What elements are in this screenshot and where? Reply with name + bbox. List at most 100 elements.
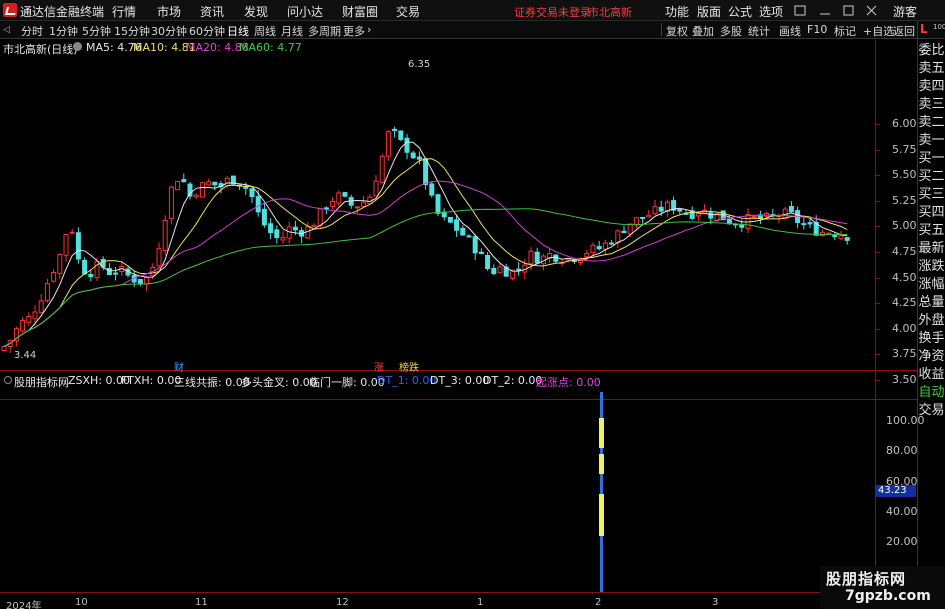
menu-caifuquan[interactable]: 财富圈 <box>342 3 378 20</box>
quote-item[interactable]: 买一 <box>918 150 945 168</box>
panel-level-label[interactable]: L <box>920 22 928 36</box>
candle-body <box>708 212 714 219</box>
quote-item[interactable]: 买三 <box>918 186 945 204</box>
period-60min[interactable]: 60分钟 <box>189 23 225 39</box>
low-price-label: 3.44 <box>14 350 37 361</box>
candle-body <box>652 206 658 215</box>
more-chevron-icon[interactable]: › <box>367 23 371 36</box>
price-tick-mark <box>875 226 880 228</box>
candle-body <box>57 253 63 274</box>
period-15min[interactable]: 15分钟 <box>114 23 150 39</box>
qizhangdian-value: 起涨点: 0.00 <box>536 376 601 389</box>
btn-f10[interactable]: F10 <box>807 23 827 36</box>
btn-tongji[interactable]: 统计 <box>748 23 770 39</box>
quote-item[interactable]: 卖四 <box>918 78 945 96</box>
indicator-toggle-icon[interactable] <box>73 42 82 51</box>
skin-icon[interactable] <box>794 5 806 16</box>
quote-item[interactable]: 最新 <box>918 240 945 258</box>
btn-fuquan[interactable]: 复权 <box>666 23 688 39</box>
quote-item[interactable]: 总量 <box>918 294 945 312</box>
candle-body <box>311 224 317 228</box>
watermark-line1: 股朋指标网 <box>826 570 907 588</box>
price-tick: 5.25 <box>892 193 917 207</box>
menu-hangqing[interactable]: 行情 <box>112 3 136 20</box>
menu-shichang[interactable]: 市场 <box>157 3 181 20</box>
app-name: 通达信金融终端 <box>20 5 105 19</box>
candle-body <box>1 346 7 351</box>
period-multi[interactable]: 多周期 <box>308 23 341 39</box>
candle-body <box>602 242 608 250</box>
quote-item[interactable]: 涨幅 <box>918 276 945 294</box>
btn-fanhui[interactable]: 返回 <box>893 23 915 39</box>
sub-indicator-chart[interactable] <box>0 390 875 592</box>
candle-body <box>69 231 75 234</box>
login-warning[interactable]: 证券交易未登录 <box>514 4 591 20</box>
candle-body <box>646 214 652 218</box>
trade-button[interactable]: 交易 <box>918 402 945 420</box>
period-more[interactable]: 更多 <box>343 23 365 39</box>
btn-duogu[interactable]: 多股 <box>720 23 742 39</box>
price-tick: 3.50 <box>892 373 917 386</box>
menu-wenxiaoda[interactable]: 问小达 <box>287 3 323 20</box>
btn-huaxian[interactable]: 画线 <box>779 23 801 39</box>
candle-body <box>354 206 360 209</box>
period-5min[interactable]: 5分钟 <box>82 23 111 39</box>
period-1min[interactable]: 1分钟 <box>49 23 78 39</box>
marker-bangdie[interactable]: 榜跌 <box>399 359 419 374</box>
marker-zhang[interactable]: 涨 <box>374 359 384 374</box>
quote-item[interactable]: 外盘 <box>918 312 945 330</box>
btn-biaoji[interactable]: 标记 <box>834 23 856 39</box>
menu-banmian[interactable]: 版面 <box>697 3 721 20</box>
candle-body <box>224 177 230 187</box>
quote-item[interactable]: 收益 <box>918 366 945 384</box>
period-monthly[interactable]: 月线 <box>281 23 303 39</box>
quote-item[interactable]: 卖二 <box>918 114 945 132</box>
candle-body <box>323 207 329 210</box>
candle-body <box>181 179 187 183</box>
guest-label[interactable]: 游客 <box>893 3 917 20</box>
menu-xuanxiang[interactable]: 选项 <box>759 3 783 20</box>
candle-body <box>609 242 615 245</box>
quote-item[interactable]: 换手 <box>918 330 945 348</box>
candle-body <box>175 180 181 191</box>
period-weekly[interactable]: 周线 <box>254 23 276 39</box>
price-tick: 4.75 <box>892 245 917 258</box>
quote-item[interactable]: 卖一 <box>918 132 945 150</box>
ftxh-value: FTXH: 0.00 <box>121 374 182 387</box>
auto-button[interactable]: 自动 <box>918 384 945 402</box>
quote-item[interactable]: 涨跌 <box>918 258 945 276</box>
toolbar-menu-icon[interactable]: ◁ <box>3 25 10 35</box>
sub-indicator-toggle-icon[interactable] <box>4 376 12 384</box>
sub-tick: 40.00 <box>886 504 918 518</box>
quote-item[interactable]: 净资 <box>918 348 945 366</box>
quote-item[interactable]: 卖五 <box>918 60 945 78</box>
btn-zixuan[interactable]: +自选 <box>863 23 894 39</box>
candle-body <box>491 267 497 275</box>
quote-item[interactable]: 买二 <box>918 168 945 186</box>
candle-body <box>516 268 522 271</box>
btn-diejia[interactable]: 叠加 <box>692 23 714 39</box>
maximize-icon[interactable] <box>843 5 854 16</box>
candle-body <box>584 252 590 258</box>
quote-item[interactable]: 卖三 <box>918 96 945 114</box>
period-daily[interactable]: 日线 <box>227 23 249 39</box>
time-label-10: 10 <box>75 597 88 608</box>
period-toolbar: ◁ 分时 1分钟 5分钟 15分钟 30分钟 60分钟 日线 周线 月线 多周期… <box>0 21 945 39</box>
menu-faxian[interactable]: 发现 <box>244 3 268 20</box>
quote-item[interactable]: 买五 <box>918 222 945 240</box>
candlestick-chart[interactable] <box>0 55 875 370</box>
quote-item[interactable]: 买四 <box>918 204 945 222</box>
menu-zixun[interactable]: 资讯 <box>200 3 224 20</box>
period-fenshi[interactable]: 分时 <box>21 23 43 39</box>
quote-item[interactable]: 委比 <box>918 42 945 60</box>
period-30min[interactable]: 30分钟 <box>151 23 187 39</box>
candle-body <box>144 277 150 285</box>
menu-jiaoyi[interactable]: 交易 <box>396 3 420 20</box>
candle-body <box>398 130 404 140</box>
close-icon[interactable] <box>866 5 877 16</box>
marker-cai[interactable]: 财 <box>174 359 184 374</box>
menu-gongshi[interactable]: 公式 <box>728 3 752 20</box>
candle-body <box>32 311 38 320</box>
price-tick: 6.00 <box>892 117 917 130</box>
menu-gongneng[interactable]: 功能 <box>665 3 689 20</box>
